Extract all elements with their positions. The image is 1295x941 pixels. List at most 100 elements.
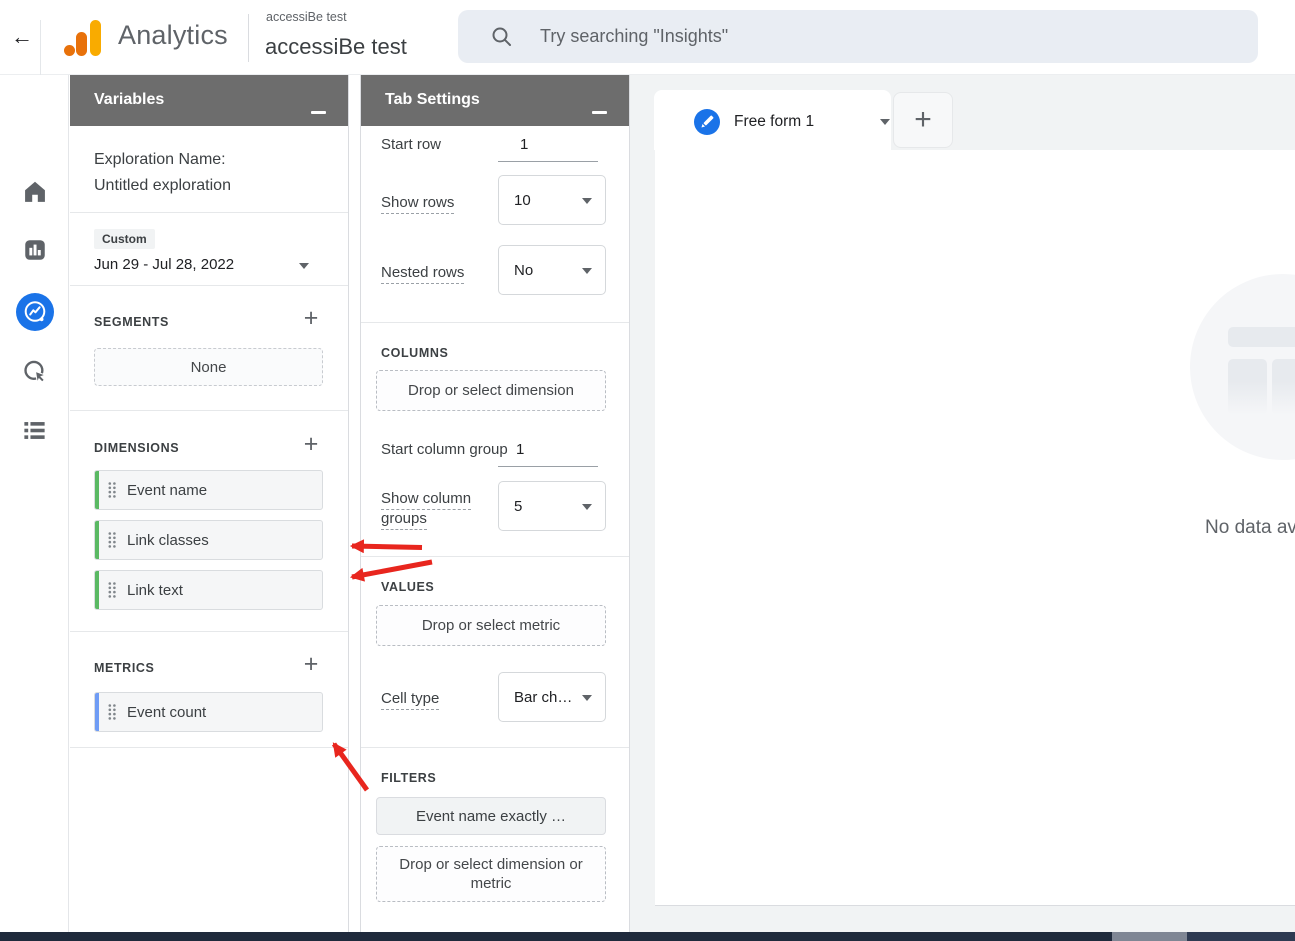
product-name: Analytics	[118, 20, 228, 51]
back-arrow-icon[interactable]: ←	[8, 22, 36, 52]
metric-accent	[95, 693, 99, 731]
nested-rows-label: Nested rows	[381, 264, 464, 281]
divider	[361, 556, 629, 557]
divider	[70, 747, 348, 748]
divider	[70, 631, 348, 632]
nav-reports[interactable]	[0, 237, 69, 263]
horizontal-scrollbar	[0, 932, 1295, 941]
variables-panel-header: Variables	[70, 75, 348, 126]
chevron-down-icon	[582, 198, 592, 204]
tab-settings-header: Tab Settings	[361, 75, 629, 126]
show-rows-value: 10	[514, 192, 531, 209]
nested-rows-select[interactable]: No	[498, 245, 606, 295]
segments-dropzone[interactable]: None	[94, 348, 323, 386]
chevron-down-icon	[582, 695, 592, 701]
filters-dropzone[interactable]: Drop or select dimension or metric	[376, 846, 606, 902]
exploration-name[interactable]: Exploration Name: Untitled exploration	[94, 147, 231, 199]
add-dimension-button[interactable]: +	[298, 431, 324, 457]
tab-settings-panel: Tab Settings Start row 1 Show rows 10 Ne…	[360, 75, 630, 941]
placeholder-table-header	[1228, 327, 1295, 347]
date-range-value[interactable]: Jun 29 - Jul 28, 2022	[94, 256, 234, 273]
tab-free-form[interactable]: Free form 1	[654, 90, 891, 150]
search-bar[interactable]	[458, 10, 1258, 63]
show-rows-label: Show rows	[381, 194, 454, 211]
columns-dropzone[interactable]: Drop or select dimension	[376, 370, 606, 411]
dimension-chip[interactable]: Link text	[94, 570, 323, 610]
nav-rail	[0, 75, 69, 941]
tab-settings-title: Tab Settings	[385, 91, 480, 109]
empty-state-text: No data avai	[1205, 517, 1295, 539]
nav-configure[interactable]	[0, 417, 69, 444]
scrollbar-thumb[interactable]	[1112, 932, 1187, 941]
divider	[70, 212, 348, 213]
property-switcher[interactable]: accessiBe test	[265, 34, 407, 60]
tab-label: Free form 1	[734, 113, 814, 131]
visualization-canvas: No data avai	[655, 150, 1295, 906]
chevron-down-icon[interactable]	[880, 119, 890, 125]
dimension-chip-label: Link classes	[127, 532, 209, 549]
exploration-name-label: Exploration Name:	[94, 147, 231, 173]
metrics-title: METRICS	[94, 661, 154, 675]
show-column-groups-label: Show column groups	[381, 489, 485, 529]
divider	[361, 747, 629, 748]
placeholder-table-cell	[1228, 359, 1267, 415]
canvas-area: Free form 1 + No data avai	[630, 75, 1295, 941]
account-name: accessiBe test	[266, 10, 347, 24]
add-segment-button[interactable]: +	[298, 305, 324, 331]
scrollbar-track	[1187, 932, 1295, 941]
cell-type-select[interactable]: Bar ch…	[498, 672, 606, 722]
nav-explore-active[interactable]	[0, 293, 69, 331]
values-dropzone[interactable]: Drop or select metric	[376, 605, 606, 646]
chevron-down-icon[interactable]	[299, 263, 309, 269]
variables-panel-title: Variables	[94, 91, 164, 109]
dimension-chip[interactable]: Event name	[94, 470, 323, 510]
show-column-groups-select[interactable]: 5	[498, 481, 606, 531]
explore-icon	[16, 293, 54, 331]
edit-pencil-icon[interactable]	[694, 109, 720, 135]
drag-handle-icon[interactable]	[107, 531, 117, 549]
metric-chip-label: Event count	[127, 704, 206, 721]
add-tab-button[interactable]: +	[893, 92, 953, 148]
start-row-input[interactable]: 1	[498, 128, 598, 162]
exploration-name-value[interactable]: Untitled exploration	[94, 173, 231, 199]
minimize-icon[interactable]	[311, 101, 326, 114]
nav-home[interactable]	[0, 178, 69, 206]
date-range-badge: Custom	[94, 229, 155, 249]
add-metric-button[interactable]: +	[298, 651, 324, 677]
divider	[70, 285, 348, 286]
ga-explorations-app: ← Analytics accessiBe test accessiBe tes…	[0, 0, 1295, 941]
drag-handle-icon[interactable]	[107, 581, 117, 599]
divider	[361, 322, 629, 323]
metric-chip[interactable]: Event count	[94, 692, 323, 732]
variables-panel: Variables Exploration Name: Untitled exp…	[70, 75, 349, 941]
minimize-icon[interactable]	[592, 101, 607, 114]
show-column-groups-value: 5	[514, 498, 522, 515]
dimension-accent	[95, 471, 99, 509]
search-icon	[490, 25, 514, 49]
header-divider	[40, 20, 41, 75]
chevron-down-icon	[582, 268, 592, 274]
brand-divider	[248, 14, 249, 62]
dimension-accent	[95, 521, 99, 559]
chevron-down-icon	[582, 504, 592, 510]
drag-handle-icon[interactable]	[107, 703, 117, 721]
applied-filter-chip[interactable]: Event name exactly …	[376, 797, 606, 835]
start-column-group-input[interactable]: 1	[498, 433, 598, 467]
nav-advertising[interactable]	[0, 358, 69, 386]
placeholder-table-cell	[1272, 359, 1295, 415]
filters-title: FILTERS	[381, 771, 436, 785]
dimensions-title: DIMENSIONS	[94, 441, 179, 455]
app-header: ← Analytics accessiBe test accessiBe tes…	[0, 0, 1295, 75]
show-rows-select[interactable]: 10	[498, 175, 606, 225]
cell-type-label: Cell type	[381, 690, 439, 707]
home-icon	[21, 178, 49, 206]
dimension-accent	[95, 571, 99, 609]
divider	[70, 410, 348, 411]
search-input[interactable]	[540, 26, 1140, 47]
drag-handle-icon[interactable]	[107, 481, 117, 499]
list-icon	[21, 417, 48, 444]
dimension-chip-label: Link text	[127, 582, 183, 599]
nested-rows-value: No	[514, 262, 533, 279]
dimension-chip[interactable]: Link classes	[94, 520, 323, 560]
segments-title: SEGMENTS	[94, 315, 169, 329]
